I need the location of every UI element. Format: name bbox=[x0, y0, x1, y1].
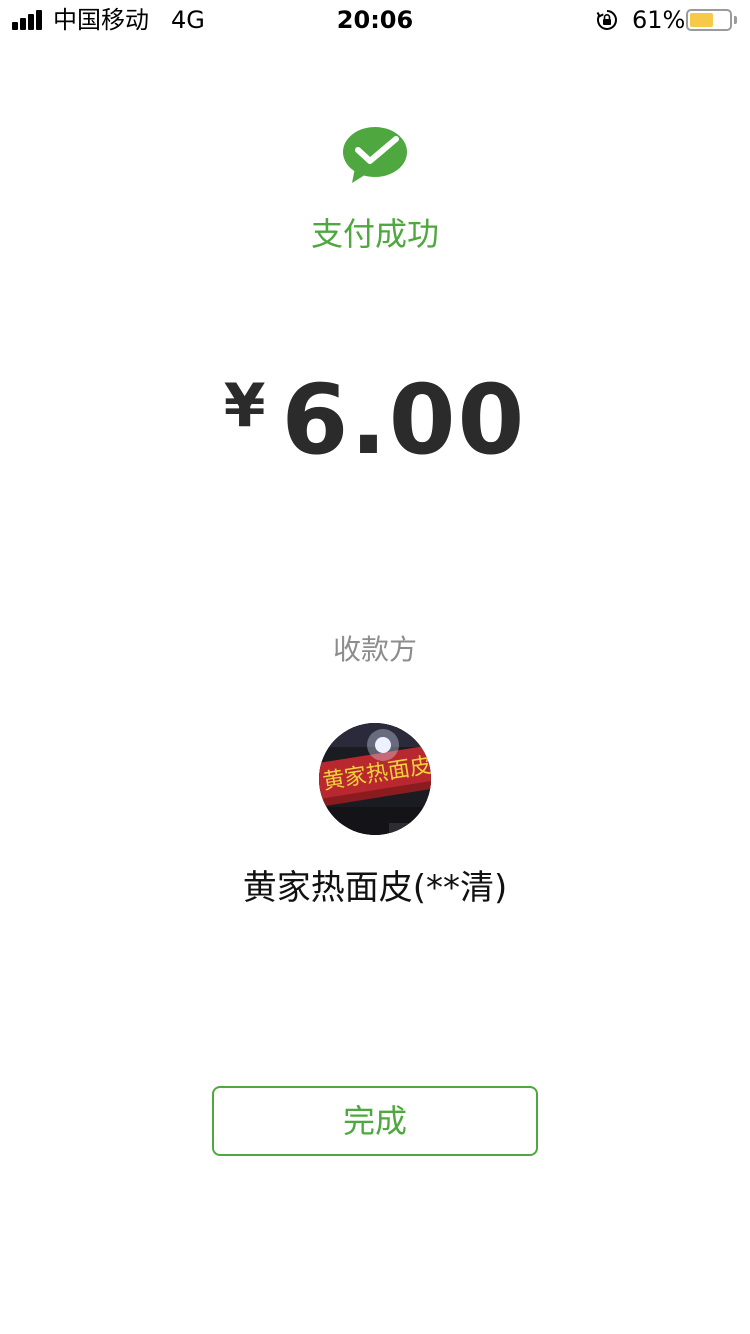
battery-level-fill bbox=[690, 13, 713, 27]
status-bar: 中国移动 4G 20:06 61% bbox=[0, 0, 750, 40]
battery-icon bbox=[686, 9, 732, 31]
payment-amount: 6.00 bbox=[281, 364, 527, 476]
amount-display: ¥6.00 bbox=[0, 366, 750, 476]
orientation-lock-icon bbox=[596, 10, 617, 30]
avatar-image: 黄家热面皮 bbox=[319, 723, 431, 835]
payee-label: 收款方 bbox=[332, 633, 417, 666]
payee-name: 黄家热面皮(**清) bbox=[242, 868, 508, 908]
battery-tip bbox=[734, 16, 737, 24]
payment-success-screen: 中国移动 4G 20:06 61% 支付成功 ¥6.00 收款方 黄家热面皮 黄… bbox=[0, 0, 750, 1334]
done-button[interactable]: 完成 bbox=[212, 1086, 538, 1156]
currency-symbol: ¥ bbox=[223, 371, 266, 441]
battery-percentage: 61% bbox=[632, 6, 686, 34]
avatar: 黄家热面皮 bbox=[319, 723, 431, 835]
payment-success-title: 支付成功 bbox=[310, 215, 439, 253]
wechat-pay-icon bbox=[343, 127, 407, 183]
